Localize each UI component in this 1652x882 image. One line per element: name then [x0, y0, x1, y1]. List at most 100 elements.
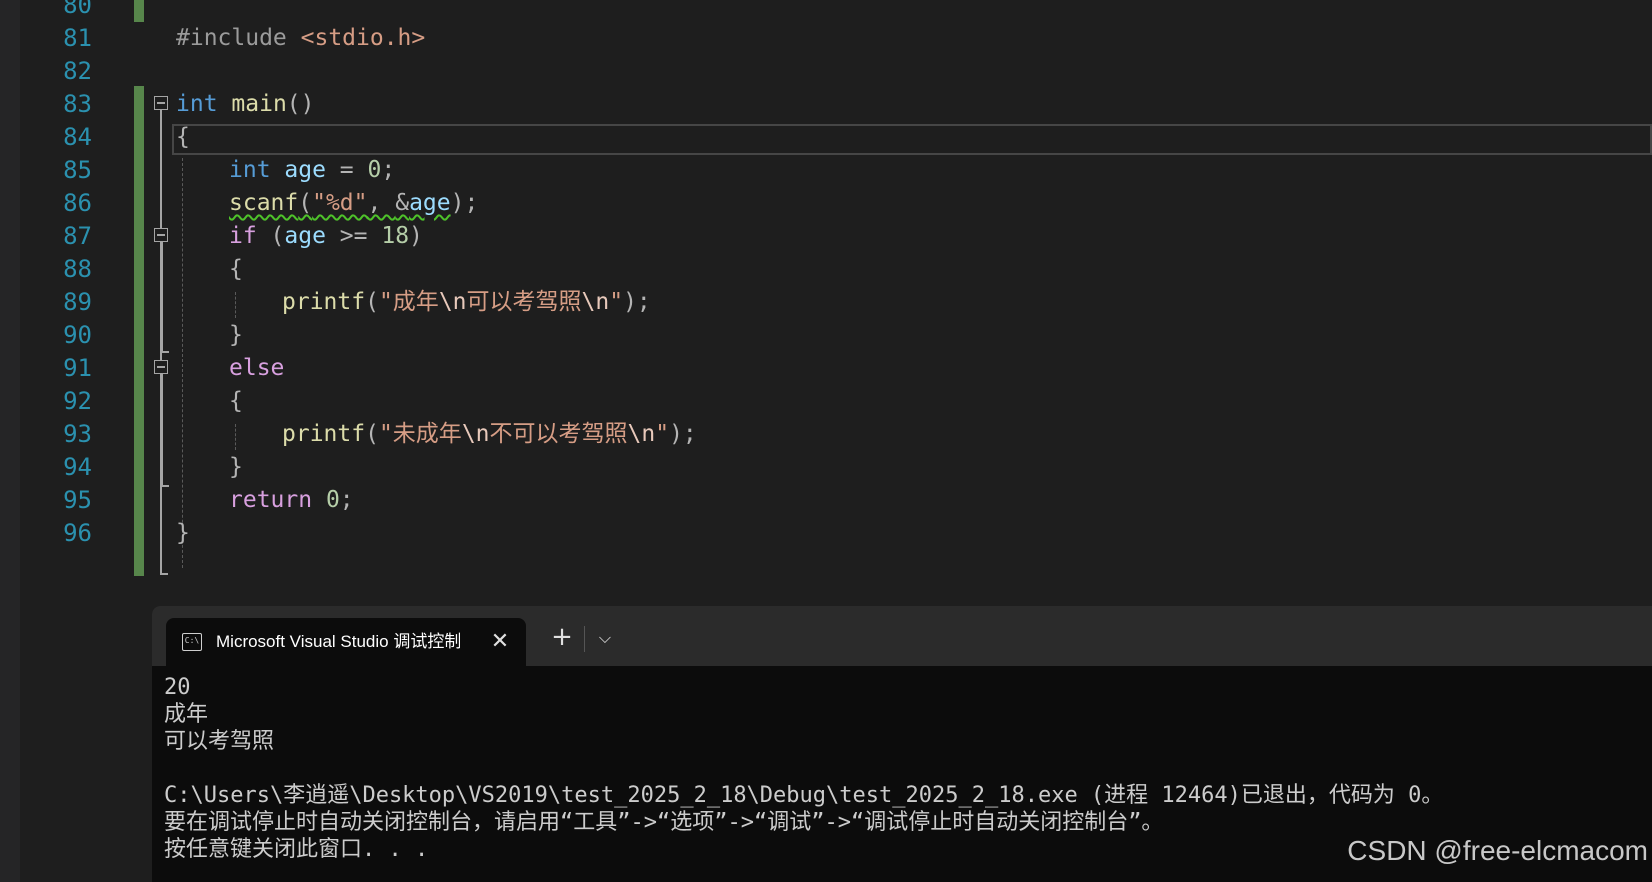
change-indicator-bar — [134, 0, 144, 22]
code-line-83[interactable]: int main() — [176, 87, 315, 121]
code-line-84[interactable]: { — [176, 120, 190, 154]
fold-end-else — [161, 485, 169, 487]
line-number: 87 — [63, 222, 92, 250]
string-literal: 不可以考驾照 — [489, 421, 628, 447]
close-tab-icon[interactable]: ✕ — [488, 628, 512, 656]
function-name: main — [231, 91, 287, 117]
console-output-line: 20 — [164, 675, 191, 700]
brace: } — [229, 454, 243, 480]
warning-squiggle[interactable]: scanf("%d", &age — [229, 190, 451, 216]
code-line-86[interactable]: scanf("%d", &age); — [229, 186, 478, 220]
console-output-line: 可以考驾照 — [164, 729, 275, 754]
line-number: 80 — [63, 0, 92, 19]
brace: { — [229, 256, 243, 282]
collapse-if-icon[interactable] — [154, 228, 168, 242]
fold-end-if — [161, 351, 169, 353]
line-number: 81 — [63, 24, 92, 52]
string-literal: 可以考驾照 — [466, 289, 582, 315]
function-name: scanf — [229, 190, 299, 216]
code-line-95[interactable]: return 0; — [229, 483, 354, 517]
code-line-93[interactable]: printf("未成年\n不可以考驾照\n"); — [282, 417, 697, 451]
string-literal: "未成年 — [378, 421, 462, 447]
keyword: int — [229, 157, 271, 183]
line-number: 82 — [63, 57, 92, 85]
line-number: 89 — [63, 288, 92, 316]
console-titlebar[interactable]: C:\ Microsoft Visual Studio 调试控制台 ✕ + ⌵ — [152, 606, 1652, 666]
number-literal: 18 — [381, 223, 410, 249]
line-number: 91 — [63, 354, 92, 382]
function-name: printf — [282, 289, 366, 315]
escape-sequence: \n — [438, 289, 467, 315]
indent-guide — [182, 158, 183, 568]
punctuation: , — [367, 190, 396, 216]
line-number: 90 — [63, 321, 92, 349]
brace: { — [229, 388, 243, 414]
csdn-watermark: CSDN @free-elcmacom — [1347, 835, 1648, 866]
collapse-main-icon[interactable] — [154, 96, 168, 110]
string-literal: "成年 — [378, 289, 439, 315]
line-number: 86 — [63, 189, 92, 217]
code-line-88[interactable]: { — [229, 252, 243, 286]
punctuation: ; — [339, 487, 354, 513]
operator: & — [395, 190, 410, 216]
punctuation: ); — [623, 289, 651, 315]
tab-title: Microsoft Visual Studio 调试控制台 — [216, 632, 460, 651]
indent-guide — [235, 292, 236, 318]
fold-guide-if — [161, 242, 163, 352]
escape-sequence: \n — [461, 421, 490, 447]
code-line-92[interactable]: { — [229, 384, 243, 418]
line-number: 92 — [63, 387, 92, 415]
keyword: int — [176, 91, 218, 117]
control-keyword: return — [229, 487, 313, 513]
punctuation: ; — [381, 157, 396, 183]
new-tab-button[interactable]: + — [548, 624, 576, 652]
punctuation: ( — [365, 289, 379, 315]
string-literal: "%d" — [312, 190, 368, 216]
current-line-highlight — [172, 124, 1652, 155]
collapse-else-icon[interactable] — [154, 360, 168, 374]
line-number: 95 — [63, 486, 92, 514]
punctuation: ( — [298, 190, 313, 216]
operator: = — [325, 157, 368, 183]
string-literal: " — [609, 289, 624, 315]
variable: age — [284, 223, 326, 249]
indent-guide — [235, 424, 236, 450]
console-output-line: C:\Users\李逍遥\Desktop\VS2019\test_2025_2_… — [164, 783, 1444, 808]
line-number: 85 — [63, 156, 92, 184]
fold-end-main — [160, 573, 168, 575]
brace: } — [176, 520, 190, 546]
brace: } — [229, 322, 243, 348]
line-number: 88 — [63, 255, 92, 283]
line-number: 84 — [63, 123, 92, 151]
punctuation: ) — [409, 223, 423, 249]
variable: age — [284, 157, 326, 183]
code-line-91[interactable]: else — [229, 351, 284, 385]
code-line-96[interactable]: } — [176, 516, 190, 550]
include-header: <stdio.h> — [300, 25, 426, 51]
line-number-gutter: 80 81 82 83 84 85 86 87 88 89 90 91 92 9… — [20, 0, 92, 882]
line-number: 83 — [63, 90, 92, 118]
code-line-85[interactable]: int age = 0; — [229, 153, 395, 187]
punctuation: ); — [669, 421, 697, 447]
control-keyword: else — [229, 355, 285, 381]
variable: age — [409, 190, 451, 216]
punctuation: ); — [450, 190, 479, 216]
code-line-81[interactable]: #include <stdio.h> — [176, 21, 425, 55]
tab-dropdown-chevron-icon[interactable]: ⌵ — [592, 624, 618, 652]
editor-left-margin — [0, 0, 20, 882]
line-number: 93 — [63, 420, 92, 448]
console-tab[interactable]: C:\ Microsoft Visual Studio 调试控制台 ✕ — [166, 618, 526, 666]
code-line-90[interactable]: } — [229, 318, 243, 352]
line-number: 94 — [63, 453, 92, 481]
preprocessor-directive: #include — [176, 25, 301, 51]
code-line-87[interactable]: if (age >= 18) — [229, 219, 423, 253]
terminal-icon: C:\ — [182, 633, 202, 651]
brace: { — [176, 124, 190, 150]
code-line-94[interactable]: } — [229, 450, 243, 484]
console-output-line: 成年 — [164, 702, 209, 727]
code-line-89[interactable]: printf("成年\n可以考驾照\n"); — [282, 285, 651, 319]
console-output-line: 要在调试停止时自动关闭控制台，请启用“工具”->“选项”->“调试”->“调试停… — [164, 810, 1164, 835]
function-name: printf — [282, 421, 366, 447]
fold-guide-else — [161, 374, 163, 486]
